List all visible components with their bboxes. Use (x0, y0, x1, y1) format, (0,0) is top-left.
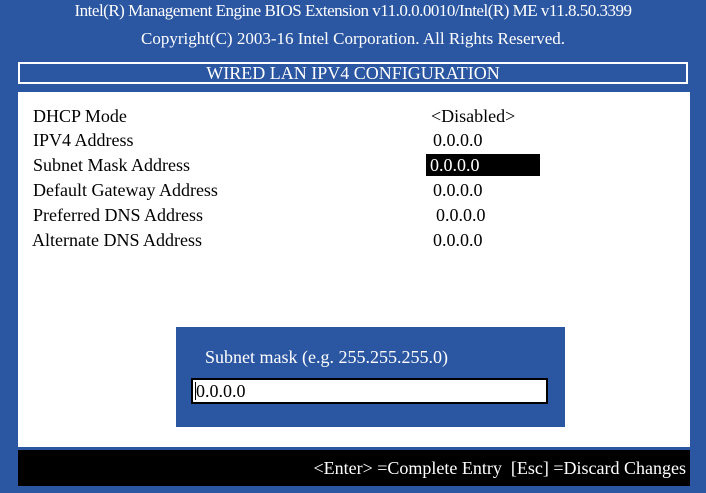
page-title: WIRED LAN IPV4 CONFIGURATION (18, 62, 688, 84)
setting-value-default-gateway[interactable]: 0.0.0.0 (433, 180, 483, 201)
setting-value-dhcp-mode[interactable]: <Disabled> (431, 106, 515, 127)
setting-value-preferred-dns[interactable]: 0.0.0.0 (436, 205, 486, 226)
setting-label-preferred-dns[interactable]: Preferred DNS Address (33, 205, 203, 226)
subnet-mask-dialog: Subnet mask (e.g. 255.255.255.0) 0.0.0.0 (174, 325, 567, 429)
subnet-mask-input[interactable]: 0.0.0.0 (191, 378, 548, 404)
dialog-prompt: Subnet mask (e.g. 255.255.255.0) (205, 347, 448, 367)
copyright-line: Copyright(C) 2003-16 Intel Corporation. … (140, 29, 565, 48)
left-border (0, 92, 18, 493)
bios-extension-title: Intel(R) Management Engine BIOS Extensio… (74, 1, 632, 20)
key-hint-bar: <Enter> =Complete Entry [Esc] =Discard C… (18, 450, 690, 486)
setting-value-subnet-mask-selected[interactable]: 0.0.0.0 (426, 154, 540, 176)
right-border (690, 92, 706, 493)
setting-label-default-gateway[interactable]: Default Gateway Address (33, 180, 218, 201)
setting-value-ipv4-address[interactable]: 0.0.0.0 (433, 130, 483, 151)
setting-label-alternate-dns[interactable]: Alternate DNS Address (32, 230, 202, 251)
subnet-mask-input-value: 0.0.0.0 (196, 381, 246, 401)
setting-value-alternate-dns[interactable]: 0.0.0.0 (433, 230, 483, 251)
setting-label-dhcp-mode[interactable]: DHCP Mode (33, 106, 127, 127)
setting-label-ipv4-address[interactable]: IPV4 Address (33, 130, 134, 151)
setting-label-subnet-mask[interactable]: Subnet Mask Address (33, 155, 190, 176)
